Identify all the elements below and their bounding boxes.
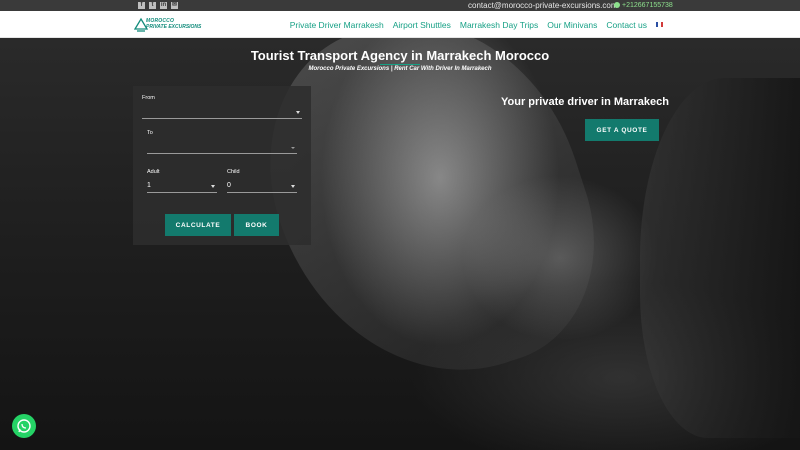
chevron-down-icon: [211, 185, 215, 188]
chevron-down-icon: [291, 185, 295, 188]
adult-label: Adult: [147, 169, 160, 175]
email-icon[interactable]: ✉: [171, 2, 178, 9]
whatsapp-chat-button[interactable]: [12, 414, 36, 438]
to-label: To: [147, 130, 153, 136]
whatsapp-small-icon: [614, 2, 620, 9]
twitter-icon[interactable]: t: [149, 2, 156, 9]
child-select[interactable]: 0: [227, 181, 297, 193]
get-quote-button[interactable]: GET A QUOTE: [585, 119, 659, 141]
booking-form: From To Adult 1 Child 0 CALCULATE BOOK: [133, 86, 311, 245]
child-label: Child: [227, 169, 240, 175]
nav-menu: Private Driver Marrakesh Airport Shuttle…: [290, 11, 663, 38]
adult-select[interactable]: 1: [147, 181, 217, 193]
hero-title: Tourist Transport Agency in Marrakech Mo…: [250, 48, 550, 63]
hero-section: Tourist Transport Agency in Marrakech Mo…: [0, 38, 800, 450]
facebook-icon[interactable]: f: [138, 2, 145, 9]
nav-item-contact[interactable]: Contact us: [606, 20, 647, 30]
chevron-down-icon: [291, 147, 295, 149]
nav-item-day-trips[interactable]: Marrakesh Day Trips: [460, 20, 538, 30]
phone-number: +212667155738: [622, 2, 673, 9]
social-links: f t in ✉: [138, 2, 178, 9]
promo-title: Your private driver in Marrakech: [501, 96, 669, 108]
from-label: From: [142, 95, 155, 101]
title-underline: [380, 64, 420, 65]
adult-value: 1: [147, 182, 151, 189]
hero-subtitle: Morocco Private Excursions | Rent Car Wi…: [308, 66, 492, 72]
hero-car-shape: [640, 78, 800, 438]
book-button[interactable]: BOOK: [234, 214, 279, 236]
contact-phone-link[interactable]: +212667155738: [614, 0, 673, 11]
linkedin-icon[interactable]: in: [160, 2, 167, 9]
top-bar: f t in ✉ contact@morocco-private-excursi…: [0, 0, 800, 11]
contact-email-link[interactable]: contact@morocco-private-excursions.com: [468, 0, 618, 11]
site-logo[interactable]: MOROCCO PRIVATE EXCURSIONS: [134, 16, 212, 33]
logo-line-2: PRIVATE EXCURSIONS: [146, 24, 202, 30]
calculate-button[interactable]: CALCULATE: [165, 214, 231, 236]
french-flag-icon[interactable]: [656, 22, 663, 27]
nav-item-airport-shuttles[interactable]: Airport Shuttles: [393, 20, 451, 30]
chevron-down-icon: [296, 111, 300, 114]
main-navbar: MOROCCO PRIVATE EXCURSIONS Private Drive…: [0, 11, 800, 38]
nav-item-private-driver[interactable]: Private Driver Marrakesh: [290, 20, 384, 30]
child-value: 0: [227, 182, 231, 189]
to-select[interactable]: [147, 142, 297, 154]
from-select[interactable]: [142, 107, 302, 119]
nav-item-minivans[interactable]: Our Minivans: [547, 20, 597, 30]
whatsapp-icon: [17, 419, 31, 433]
